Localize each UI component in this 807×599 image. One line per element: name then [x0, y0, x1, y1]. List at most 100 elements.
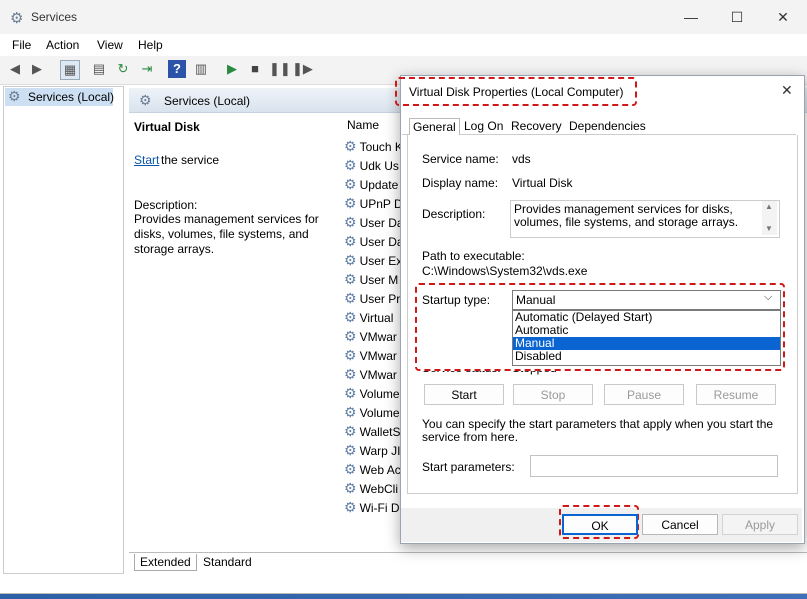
service-row[interactable]: ⚙ Volume	[344, 403, 404, 422]
services-gear-icon: ⚙	[8, 88, 21, 104]
description-label: Description:	[134, 198, 198, 212]
service-name: Web Ac	[359, 463, 401, 477]
show-hide-tree-icon[interactable]: ▦	[60, 60, 80, 80]
back-arrow-icon[interactable]: ◀	[6, 60, 24, 78]
dialog-description-label: Description:	[422, 207, 486, 221]
service-row[interactable]: ⚙ Touch K	[344, 137, 404, 156]
console-tree	[3, 86, 124, 574]
service-gear-icon: ⚙	[344, 214, 357, 230]
ok-button[interactable]: OK	[562, 514, 638, 535]
stop-button[interactable]: Stop	[513, 384, 593, 405]
service-name: Touch K	[359, 140, 403, 154]
close-window-button[interactable]: ✕	[760, 0, 806, 34]
service-gear-icon: ⚙	[344, 461, 357, 477]
service-name: UPnP D	[359, 197, 403, 211]
service-row[interactable]: ⚙ Udk Us	[344, 156, 404, 175]
service-row[interactable]: ⚙ User Da	[344, 213, 404, 232]
service-name: Wi-Fi D	[359, 501, 400, 515]
tab-standard[interactable]: Standard	[198, 554, 257, 570]
service-name: VMwar	[359, 349, 397, 363]
column-header-name[interactable]: Name	[347, 118, 379, 132]
forward-arrow-icon[interactable]: ▶	[28, 60, 46, 78]
tab-extended[interactable]: Extended	[134, 554, 197, 571]
service-name: WebCli	[359, 482, 399, 496]
display-name-value: Virtual Disk	[512, 176, 573, 190]
help-icon[interactable]: ?	[168, 60, 186, 78]
properties-icon[interactable]: ▥	[192, 60, 210, 78]
service-row[interactable]: ⚙ User Pr	[344, 289, 404, 308]
pause-button[interactable]: Pause	[604, 384, 684, 405]
service-gear-icon: ⚙	[344, 442, 357, 458]
apply-button[interactable]: Apply	[722, 514, 798, 535]
description-text: Provides management services for disks, …	[134, 212, 319, 256]
menu-help[interactable]: Help	[138, 38, 163, 52]
start-button[interactable]: Start	[424, 384, 504, 405]
close-icon[interactable]: ✕	[781, 82, 793, 99]
service-row[interactable]: ⚙ WebCli	[344, 479, 404, 498]
start-params-label: Start parameters:	[422, 460, 515, 474]
scroll-down-icon[interactable]: ▼	[765, 224, 773, 233]
service-row[interactable]: ⚙ User Ex	[344, 251, 404, 270]
display-name-label: Display name:	[422, 176, 499, 190]
tab-log-on[interactable]: Log On	[461, 118, 506, 134]
service-name: VMwar	[359, 330, 397, 344]
console-icon[interactable]: ▤	[90, 60, 108, 78]
service-row[interactable]: ⚙ Volume	[344, 384, 404, 403]
menu-file[interactable]: File	[12, 38, 31, 52]
service-row[interactable]: ⚙ Virtual	[344, 308, 404, 327]
minimize-button[interactable]: —	[668, 0, 714, 34]
service-row[interactable]: ⚙ WalletS	[344, 422, 404, 441]
service-name: Update	[359, 178, 399, 192]
stop-icon[interactable]: ■	[246, 60, 264, 78]
path-value: C:\Windows\System32\vds.exe	[422, 264, 588, 278]
restart-icon[interactable]: ❚▶	[292, 60, 313, 78]
start-params-hint: You can specify the start parameters tha…	[422, 417, 774, 444]
pause-icon[interactable]: ❚❚	[269, 60, 291, 78]
service-row[interactable]: ⚙ VMwar	[344, 327, 404, 346]
service-gear-icon: ⚙	[344, 290, 357, 306]
service-row[interactable]: ⚙ Web Ac	[344, 460, 404, 479]
service-name: User Ex	[359, 254, 403, 268]
menu-view[interactable]: View	[97, 38, 123, 52]
service-row[interactable]: ⚙ VMwar	[344, 346, 404, 365]
tab-recovery[interactable]: Recovery	[508, 118, 565, 134]
maximize-button[interactable]: ☐	[714, 0, 760, 34]
service-row[interactable]: ⚙ VMwar	[344, 365, 404, 384]
service-name: Udk Us	[359, 159, 399, 173]
scroll-up-icon[interactable]: ▲	[765, 202, 773, 211]
menu-action[interactable]: Action	[46, 38, 79, 52]
service-row[interactable]: ⚙ User Da	[344, 232, 404, 251]
tab-dependencies[interactable]: Dependencies	[566, 118, 649, 134]
tree-item-label: Services (Local)	[28, 90, 115, 104]
start-service-link[interactable]: Start	[134, 153, 159, 167]
service-name-value: vds	[512, 152, 531, 166]
play-icon[interactable]: ▶	[223, 60, 241, 78]
service-name: Virtual	[359, 311, 394, 325]
service-row[interactable]: ⚙ UPnP D	[344, 194, 404, 213]
service-row[interactable]: ⚙ Update	[344, 175, 404, 194]
service-name: Warp JI	[359, 444, 401, 458]
service-gear-icon: ⚙	[344, 195, 357, 211]
service-name: WalletS	[359, 425, 401, 439]
start-service-text: the service	[161, 153, 220, 167]
service-name: Volume	[359, 387, 400, 401]
service-gear-icon: ⚙	[344, 499, 357, 515]
start-params-input[interactable]	[530, 455, 778, 477]
service-gear-icon: ⚙	[344, 271, 357, 287]
service-row[interactable]: ⚙ User M	[344, 270, 404, 289]
service-gear-icon: ⚙	[344, 347, 357, 363]
service-name: User Da	[359, 235, 404, 249]
service-gear-icon: ⚙	[344, 157, 357, 173]
option-disabled[interactable]: Disabled	[513, 350, 780, 363]
resume-button[interactable]: Resume	[696, 384, 776, 405]
service-row[interactable]: ⚙ Warp JI	[344, 441, 404, 460]
refresh-icon[interactable]: ↻	[114, 60, 132, 78]
service-row[interactable]: ⚙ Wi-Fi D	[344, 498, 404, 517]
startup-type-label: Startup type:	[422, 293, 491, 307]
tab-general[interactable]: General	[409, 118, 460, 135]
export-icon[interactable]: ⇥	[138, 60, 156, 78]
service-gear-icon: ⚙	[344, 385, 357, 401]
chevron-down-icon[interactable]: ⌵	[764, 291, 772, 304]
cancel-button[interactable]: Cancel	[642, 514, 718, 535]
service-name: User Pr	[359, 292, 401, 306]
